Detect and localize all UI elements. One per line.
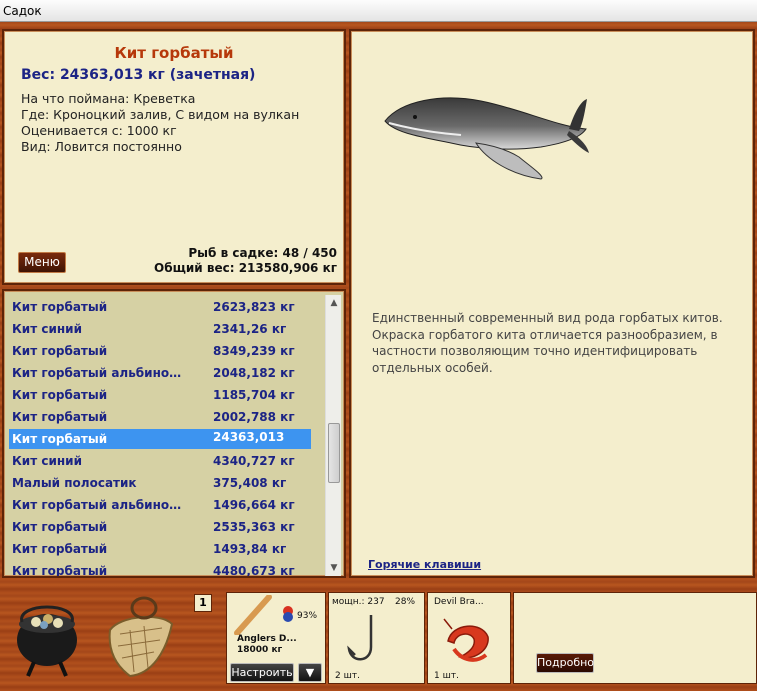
fish-info-panel: Кит горбатый Вес: 24363,013 кг (зачетная… [2, 29, 346, 285]
list-item-weight: 375,408 кг [213, 476, 287, 490]
list-item[interactable]: Кит горбатый 4480,673 кг [9, 561, 311, 578]
cauldron-icon[interactable] [14, 592, 80, 678]
list-item-name: Кит синий [12, 454, 82, 468]
scroll-up-icon[interactable]: ▲ [326, 295, 342, 311]
fish-weight: Вес: 24363,013 кг (зачетная) [21, 67, 256, 83]
keepnet-icon[interactable] [100, 594, 180, 680]
list-item-name: Кит горбатый [12, 564, 108, 578]
hook-count: 2 шт. [335, 671, 360, 681]
rod-icon [234, 595, 272, 635]
fish-location: Где: Кроноцкий залив, С видом на вулкан [21, 107, 300, 122]
rod-percent: 93% [297, 611, 318, 621]
shrimp-bait-icon [443, 618, 489, 662]
list-item-weight: 1493,84 кг [213, 542, 287, 556]
list-item-weight: 2002,788 кг [213, 410, 295, 424]
list-item-name: Кит горбатый альбино… [12, 498, 182, 512]
configure-button[interactable]: Настроить [230, 663, 294, 682]
scroll-down-icon[interactable]: ▼ [326, 560, 342, 576]
list-item-weight: 8349,239 кг [213, 344, 295, 358]
hook-icon [347, 615, 373, 661]
fish-type: Вид: Ловится постоянно [21, 139, 182, 154]
list-item-name: Кит горбатый [12, 520, 108, 534]
list-item[interactable]: Кит синий 4340,727 кг [9, 451, 311, 471]
list-scrollbar[interactable]: ▲ ▼ [325, 295, 341, 576]
list-item-weight: 1185,704 кг [213, 388, 295, 402]
list-item-weight: 1496,664 кг [213, 498, 295, 512]
list-item-selected[interactable]: Кит горбатый 24363,013 [9, 429, 311, 449]
list-item[interactable]: Кит горбатый 2535,363 кг [9, 517, 311, 537]
details-button[interactable]: Подробно [536, 653, 594, 673]
bait-slot[interactable]: Devil Bra... 1 шт. [427, 592, 511, 684]
hotkeys-link[interactable]: Горячие клавиши [368, 558, 481, 571]
list-item[interactable]: Малый полосатик 375,408 кг [9, 473, 311, 493]
list-item-weight: 4480,673 кг [213, 564, 295, 578]
reel-power: мощн.: 237 [332, 597, 385, 607]
list-item-name: Кит горбатый [12, 344, 108, 358]
scrollbar-thumb[interactable] [328, 423, 340, 483]
list-item[interactable]: Кит горбатый 1185,704 кг [9, 385, 311, 405]
list-item[interactable]: Кит горбатый альбино… 2048,182 кг [9, 363, 311, 383]
bait-count: 1 шт. [434, 671, 459, 681]
list-item-weight: 24363,013 [213, 430, 285, 444]
list-item[interactable]: Кит горбатый 2002,788 кг [9, 407, 311, 427]
float-icon [283, 606, 293, 622]
fish-description-panel: Единственный современный вид рода горбат… [349, 29, 755, 578]
list-item-name: Кит горбатый [12, 388, 108, 402]
list-item-weight: 4340,727 кг [213, 454, 295, 468]
list-item-name: Кит горбатый альбино… [12, 366, 182, 380]
list-item[interactable]: Кит горбатый альбино… 1496,664 кг [9, 495, 311, 515]
list-item-weight: 2341,26 кг [213, 322, 287, 336]
list-item-name: Кит горбатый [12, 542, 108, 556]
humpback-whale-image [384, 97, 589, 180]
fish-name: Кит горбатый [114, 44, 234, 62]
rod-slot[interactable]: 93% Anglers D... 18000 кг Настроить ▼ [226, 592, 326, 684]
fish-bait: На что поймана: Креветка [21, 91, 196, 106]
total-weight: Общий вес: 213580,906 кг [154, 261, 337, 275]
slot-number[interactable]: 1 [194, 594, 212, 612]
fish-value: Оценивается с: 1000 кг [21, 123, 177, 138]
tackle-bar: 1 93% Anglers D... 18000 кг Настроить ▼ … [0, 586, 757, 691]
list-item-name: Кит горбатый [12, 410, 108, 424]
list-item-name: Кит синий [12, 322, 82, 336]
chevron-down-icon[interactable]: ▼ [298, 663, 322, 682]
reel-percent: 28% [395, 597, 416, 607]
list-item-weight: 2048,182 кг [213, 366, 295, 380]
list-item-name: Кит горбатый [12, 300, 108, 314]
list-item-weight: 2535,363 кг [213, 520, 295, 534]
list-item[interactable]: Кит горбатый 2623,823 кг [9, 297, 311, 317]
fish-list[interactable]: Кит горбатый 2623,823 кг Кит синий 2341,26… [2, 289, 346, 578]
fish-count: Рыб в садке: 48 / 450 [188, 246, 337, 260]
list-item-name: Малый полосатик [12, 476, 137, 490]
window-title: Садок [3, 4, 42, 18]
details-area: Подробно [513, 592, 757, 684]
reel-hook-slot[interactable]: мощн.: 237 28% 2 шт. [328, 592, 425, 684]
menu-button[interactable]: Меню [18, 252, 66, 273]
list-item[interactable]: Кит синий 2341,26 кг [9, 319, 311, 339]
list-item-weight: 2623,823 кг [213, 300, 295, 314]
fish-description: Единственный современный вид рода горбат… [372, 311, 723, 375]
rod-name: Anglers D... [237, 634, 297, 644]
list-item[interactable]: Кит горбатый 8349,239 кг [9, 341, 311, 361]
window-title-bar: Садок [0, 0, 757, 22]
list-item[interactable]: Кит горбатый 1493,84 кг [9, 539, 311, 559]
rod-capacity: 18000 кг [237, 645, 283, 655]
bait-name: Devil Bra... [434, 597, 484, 607]
list-item-name: Кит горбатый [12, 432, 108, 446]
